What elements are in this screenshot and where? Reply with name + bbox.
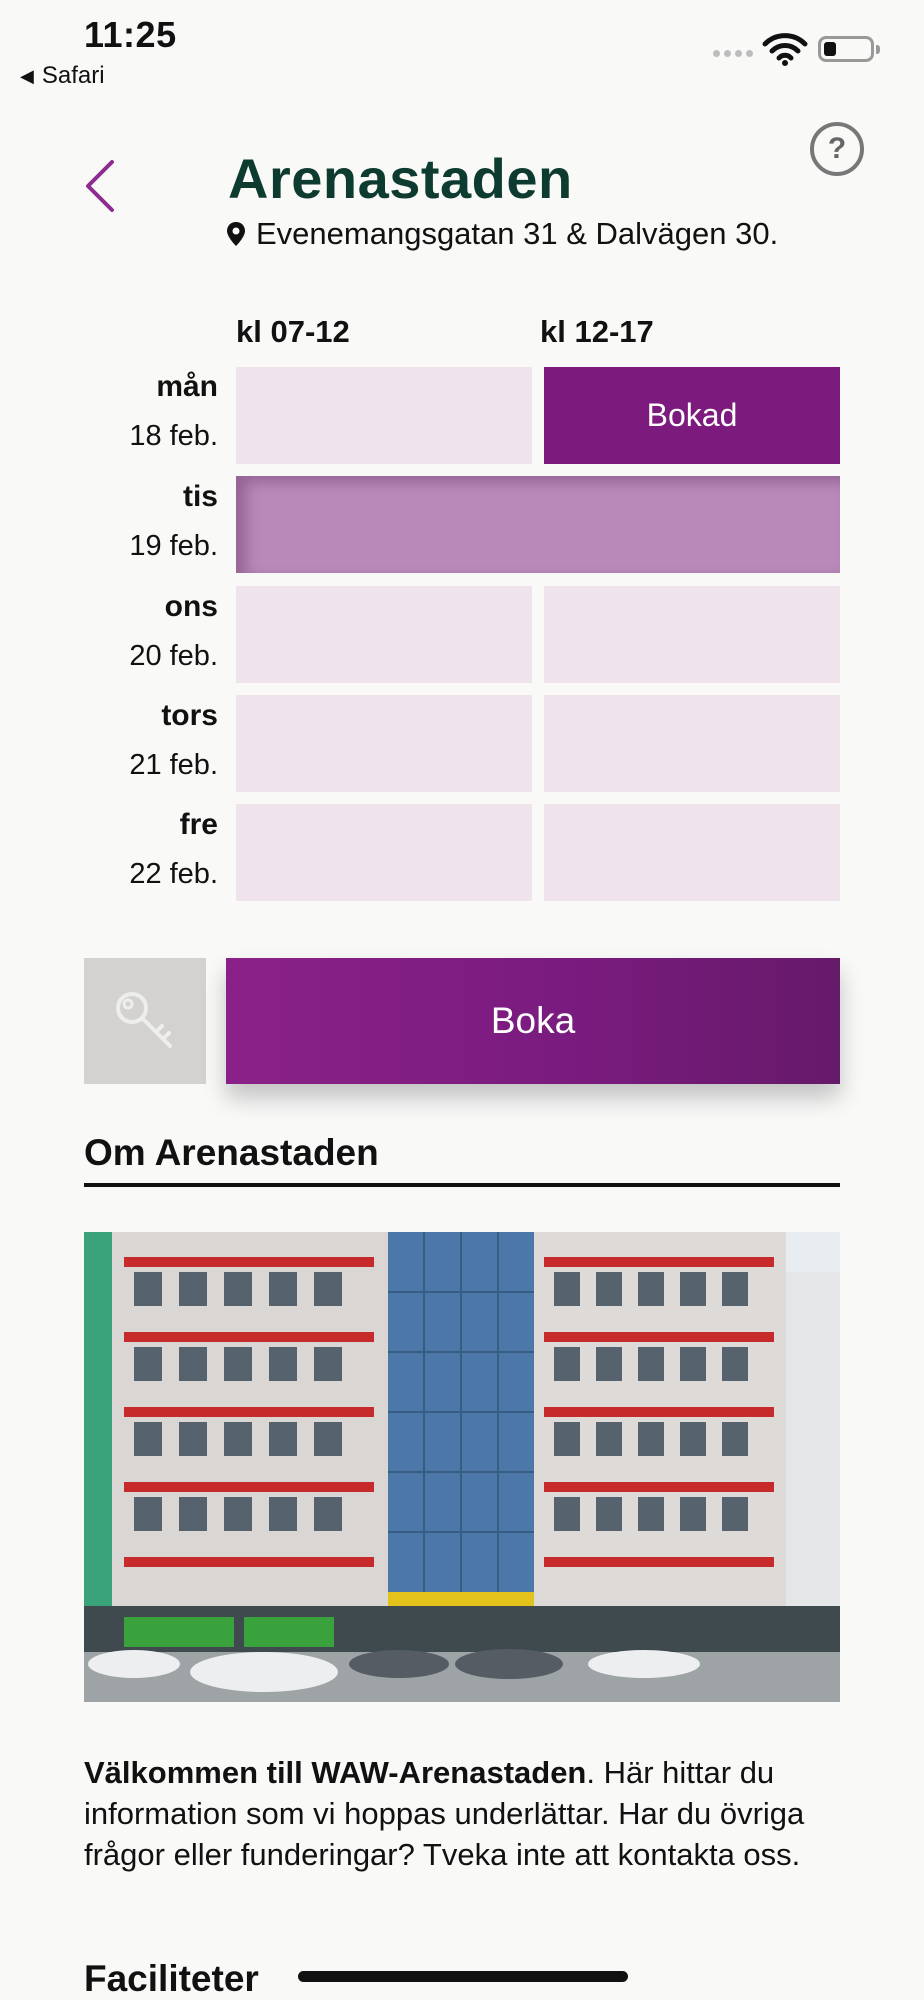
slot-man-morning[interactable] bbox=[236, 367, 532, 464]
help-icon[interactable]: ? bbox=[810, 122, 864, 176]
back-triangle-icon: ◀ bbox=[20, 65, 34, 86]
section-divider bbox=[84, 1183, 840, 1187]
battery-icon bbox=[818, 36, 880, 62]
intro-text: Välkommen till WAW-Arenastaden. Här hitt… bbox=[84, 1752, 854, 1875]
day-name: tors bbox=[161, 699, 218, 732]
column-header-afternoon: kl 12-17 bbox=[540, 314, 654, 349]
book-button[interactable]: Boka bbox=[226, 958, 840, 1084]
building-photo bbox=[84, 1232, 840, 1702]
day-date: 21 feb. bbox=[129, 749, 218, 781]
slot-ons-morning[interactable] bbox=[236, 586, 532, 683]
slot-tors-afternoon[interactable] bbox=[544, 695, 840, 792]
section-title-about: Om Arenastaden bbox=[84, 1132, 379, 1173]
section-title-facilities: Faciliteter bbox=[84, 1958, 259, 1999]
slot-fre-afternoon[interactable] bbox=[544, 804, 840, 901]
slot-fre-morning[interactable] bbox=[236, 804, 532, 901]
slot-tors-morning[interactable] bbox=[236, 695, 532, 792]
key-icon bbox=[116, 992, 172, 1048]
address-text: Evenemangsgatan 31 & Dalvägen 30. bbox=[256, 216, 779, 251]
day-name: fre bbox=[179, 808, 218, 841]
day-date: 20 feb. bbox=[129, 640, 218, 672]
back-to-app[interactable]: ◀ Safari bbox=[20, 62, 105, 90]
key-button[interactable] bbox=[84, 958, 206, 1084]
address: Evenemangsgatan 31 & Dalvägen 30. bbox=[226, 216, 778, 252]
day-name: mån bbox=[156, 370, 218, 403]
column-header-morning: kl 07-12 bbox=[236, 314, 350, 349]
wifi-icon bbox=[762, 33, 808, 66]
day-date: 18 feb. bbox=[129, 420, 218, 452]
slot-tis-fullday-selected[interactable] bbox=[236, 476, 840, 573]
intro-bold: Välkommen till WAW-Arenastaden bbox=[84, 1755, 587, 1790]
slot-ons-afternoon[interactable] bbox=[544, 586, 840, 683]
slot-man-afternoon-booked[interactable]: Bokad bbox=[544, 367, 840, 464]
page-title: Arenastaden bbox=[228, 147, 573, 210]
status-time: 11:25 bbox=[84, 14, 177, 55]
back-app-label: Safari bbox=[41, 62, 105, 89]
location-pin-icon bbox=[227, 222, 245, 246]
signal-icon bbox=[713, 50, 753, 57]
day-date: 22 feb. bbox=[129, 858, 218, 890]
back-chevron-icon[interactable] bbox=[82, 158, 122, 214]
day-name: ons bbox=[164, 590, 218, 623]
day-date: 19 feb. bbox=[129, 530, 218, 562]
home-indicator[interactable] bbox=[298, 1971, 628, 1982]
day-name: tis bbox=[182, 480, 218, 513]
